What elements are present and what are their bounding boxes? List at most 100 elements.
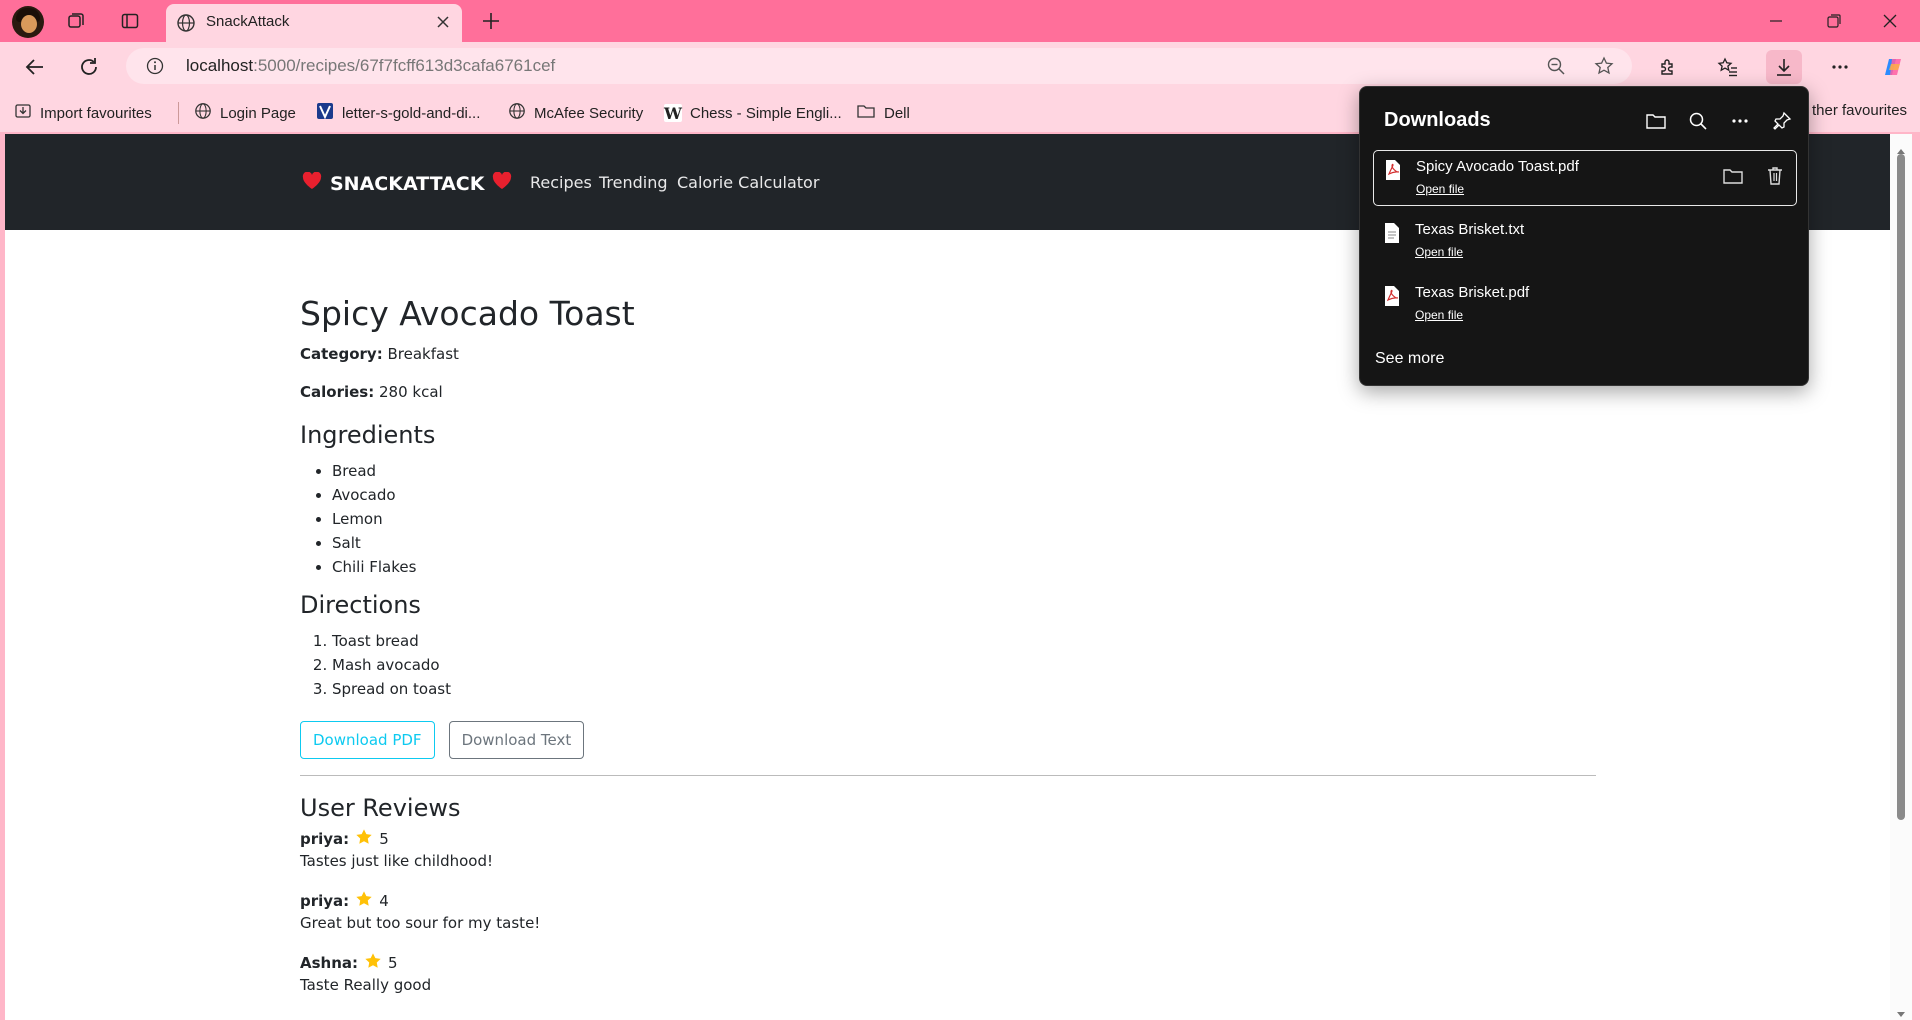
ingredient-item: Avocado — [332, 483, 1600, 507]
bookmark-letter-s-gold[interactable]: letter-s-gold-and-di... — [316, 102, 480, 124]
ingredients-list: Bread Avocado Lemon Salt Chili Flakes — [332, 459, 1600, 579]
download-buttons: Download PDF Download Text — [300, 721, 1600, 759]
recipe-content: Spicy Avocado Toast Category: Breakfast … — [300, 294, 1600, 1014]
nav-trending[interactable]: Trending — [599, 173, 668, 192]
scroll-down-icon[interactable] — [1896, 1004, 1906, 1020]
review-item: priya: 4 Great but too sour for my taste… — [300, 890, 1600, 934]
bookmark-mcafee-security[interactable]: McAfee Security — [508, 102, 643, 124]
open-file-link[interactable]: Open file — [1415, 308, 1463, 322]
review-rating: 4 — [379, 892, 389, 910]
download-filename: Texas Brisket.pdf — [1415, 284, 1530, 301]
pin-icon[interactable] — [1768, 107, 1796, 135]
pdf-file-icon — [1383, 285, 1401, 312]
settings-more-icon[interactable] — [1822, 50, 1858, 84]
ingredient-item: Chili Flakes — [332, 555, 1600, 579]
bookmark-separator — [178, 102, 179, 124]
directions-heading: Directions — [300, 591, 421, 619]
review-user: Ashna: — [300, 954, 359, 972]
copilot-icon[interactable] — [1876, 50, 1912, 84]
ingredients-heading: Ingredients — [300, 421, 436, 449]
ingredient-item: Bread — [332, 459, 1600, 483]
toolbar: localhost:5000/recipes/67f7fcff613d3cafa… — [0, 42, 1920, 92]
bookmark-import-favourites[interactable]: Import favourites — [14, 102, 152, 124]
download-pdf-button[interactable]: Download PDF — [300, 721, 435, 759]
download-item[interactable]: Texas Brisket.pdf Open file — [1373, 277, 1797, 333]
review-item: Ashna: 5 Taste Really good — [300, 952, 1600, 996]
download-item[interactable]: Spicy Avocado Toast.pdf Open file — [1373, 150, 1797, 206]
star-icon — [355, 890, 373, 912]
globe-icon — [194, 102, 212, 124]
restore-icon[interactable] — [1814, 8, 1854, 34]
divider — [300, 775, 1596, 776]
site-info-icon[interactable] — [146, 57, 164, 79]
tab-strip: SnackAttack — [0, 0, 1920, 42]
tab-title: SnackAttack — [206, 13, 290, 30]
ingredient-item: Lemon — [332, 507, 1600, 531]
bookmark-chess[interactable]: W Chess - Simple Engli... — [664, 102, 842, 124]
address-bar[interactable]: localhost:5000/recipes/67f7fcff613d3cafa… — [126, 48, 1632, 84]
favourites-icon[interactable] — [1710, 50, 1746, 84]
nav-calorie-calculator[interactable]: Calorie Calculator — [677, 173, 819, 192]
ingredient-item: Salt — [332, 531, 1600, 555]
bookmark-dell[interactable]: Dell — [856, 102, 910, 124]
other-favourites[interactable]: ther favourites — [1812, 102, 1907, 119]
downloads-title: Downloads — [1384, 109, 1491, 131]
delete-icon[interactable] — [1762, 163, 1788, 189]
see-more-link[interactable]: See more — [1375, 350, 1444, 368]
profile-avatar[interactable] — [12, 6, 44, 38]
close-window-icon[interactable] — [1870, 8, 1910, 34]
download-text-button[interactable]: Download Text — [448, 721, 585, 759]
star-icon — [364, 952, 382, 974]
review-rating: 5 — [388, 954, 398, 972]
open-folder-icon[interactable] — [1642, 107, 1670, 135]
star-icon — [355, 828, 373, 850]
folder-icon — [856, 102, 876, 124]
v-logo-icon — [316, 102, 334, 124]
download-filename: Texas Brisket.txt — [1415, 221, 1525, 238]
show-in-folder-icon[interactable] — [1720, 163, 1746, 189]
open-file-link[interactable]: Open file — [1416, 182, 1464, 196]
tab-actions-icon[interactable] — [116, 8, 144, 34]
download-filename: Spicy Avocado Toast.pdf — [1416, 158, 1579, 175]
url-text: localhost:5000/recipes/67f7fcff613d3cafa… — [186, 56, 556, 75]
direction-step: Mash avocado — [332, 653, 1600, 677]
scrollbar-thumb[interactable] — [1897, 154, 1905, 820]
review-rating: 5 — [379, 830, 389, 848]
pdf-file-icon — [1384, 159, 1402, 186]
review-user: priya: — [300, 892, 350, 910]
new-tab-icon[interactable] — [478, 8, 504, 38]
page-scrollbar[interactable] — [1890, 134, 1912, 1020]
open-file-link[interactable]: Open file — [1415, 245, 1463, 259]
review-item: priya: 5 Tastes just like childhood! — [300, 828, 1600, 872]
more-options-icon[interactable] — [1726, 107, 1754, 135]
globe-icon — [508, 102, 526, 124]
heart-icon — [492, 171, 512, 195]
nav-recipes[interactable]: Recipes — [530, 173, 592, 192]
review-text: Taste Really good — [300, 976, 432, 994]
search-icon[interactable] — [1684, 107, 1712, 135]
minimize-icon[interactable] — [1756, 8, 1796, 34]
site-brand[interactable]: SNACKATTACK — [302, 171, 512, 195]
refresh-icon[interactable] — [72, 52, 106, 82]
reviews-heading: User Reviews — [300, 794, 461, 822]
extensions-icon[interactable] — [1650, 50, 1686, 84]
wikipedia-icon: W — [664, 103, 682, 123]
downloads-panel: Downloads Spicy Avocado Toast.pdf Open f… — [1359, 86, 1809, 386]
workspaces-icon[interactable] — [62, 8, 90, 34]
favourite-star-icon[interactable] — [1594, 56, 1614, 80]
tab-snackattack[interactable]: SnackAttack — [166, 4, 462, 42]
direction-step: Spread on toast — [332, 677, 1600, 701]
bookmark-login-page[interactable]: Login Page — [194, 102, 296, 124]
text-file-icon — [1383, 222, 1401, 249]
download-item[interactable]: Texas Brisket.txt Open file — [1373, 214, 1797, 270]
direction-step: Toast bread — [332, 629, 1600, 653]
review-text: Tastes just like childhood! — [300, 852, 494, 870]
zoom-out-icon[interactable] — [1546, 56, 1566, 80]
back-icon[interactable] — [18, 52, 52, 82]
close-tab-icon[interactable] — [434, 13, 452, 35]
review-text: Great but too sour for my taste! — [300, 914, 541, 932]
globe-icon — [176, 13, 196, 37]
downloads-icon[interactable] — [1766, 50, 1802, 84]
review-user: priya: — [300, 830, 350, 848]
heart-icon — [302, 171, 322, 195]
